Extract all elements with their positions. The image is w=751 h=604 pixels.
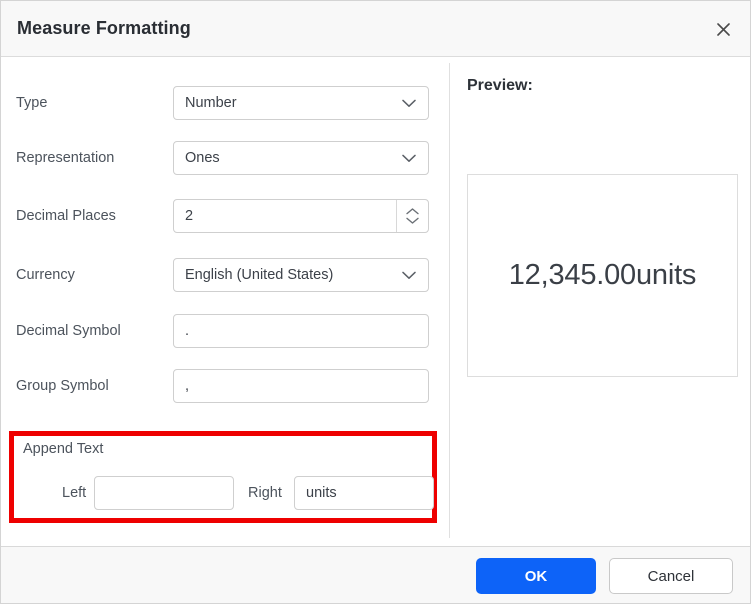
append-left-value xyxy=(106,477,225,509)
label-decimal-places: Decimal Places xyxy=(16,199,116,233)
form-row-currency: Currency English (United States) xyxy=(1,258,449,292)
label-append-right: Right xyxy=(248,476,282,510)
label-append-left: Left xyxy=(62,476,86,510)
measure-formatting-dialog: Measure Formatting Type Number xyxy=(0,0,751,604)
type-select[interactable]: Number xyxy=(173,86,429,120)
label-group-symbol: Group Symbol xyxy=(16,369,109,403)
form-row-representation: Representation Ones xyxy=(1,141,449,175)
chevron-down-icon[interactable] xyxy=(399,87,419,119)
label-type: Type xyxy=(16,86,47,120)
settings-pane: Type Number Representation Ones xyxy=(1,57,449,546)
decimal-symbol-input[interactable]: . xyxy=(173,314,429,348)
append-left-input[interactable] xyxy=(94,476,234,510)
preview-label: Preview: xyxy=(467,77,533,95)
representation-select-value: Ones xyxy=(185,142,390,174)
form-row-decimal-places: Decimal Places 2 xyxy=(1,199,449,233)
form-row-decimal-symbol: Decimal Symbol . xyxy=(1,314,449,348)
chevron-down-icon[interactable] xyxy=(399,142,419,174)
group-symbol-input[interactable]: , xyxy=(173,369,429,403)
cancel-button[interactable]: Cancel xyxy=(609,558,733,594)
dialog-footer: OK Cancel xyxy=(1,546,751,604)
append-text-row: Left Right units xyxy=(14,476,432,510)
preview-value: 12,345.00units xyxy=(509,259,696,292)
ok-button[interactable]: OK xyxy=(476,558,596,594)
form-row-group-symbol: Group Symbol , xyxy=(1,369,449,403)
append-right-input[interactable]: units xyxy=(294,476,434,510)
label-decimal-symbol: Decimal Symbol xyxy=(16,314,121,348)
label-representation: Representation xyxy=(16,141,114,175)
dialog-body: Type Number Representation Ones xyxy=(1,57,751,546)
append-text-title: Append Text xyxy=(23,441,103,457)
decimal-symbol-value: . xyxy=(185,315,418,347)
type-select-value: Number xyxy=(185,87,390,119)
preview-box: 12,345.00units xyxy=(467,174,738,377)
decimal-places-value: 2 xyxy=(185,200,390,232)
currency-select[interactable]: English (United States) xyxy=(173,258,429,292)
append-right-value: units xyxy=(306,477,425,509)
chevron-down-icon[interactable] xyxy=(399,259,419,291)
spinner-arrows-icon[interactable] xyxy=(396,200,428,232)
form-row-type: Type Number xyxy=(1,86,449,120)
representation-select[interactable]: Ones xyxy=(173,141,429,175)
currency-select-value: English (United States) xyxy=(185,259,390,291)
group-symbol-value: , xyxy=(185,370,418,402)
decimal-places-stepper[interactable]: 2 xyxy=(173,199,429,233)
label-currency: Currency xyxy=(16,258,75,292)
preview-pane: Preview: 12,345.00units xyxy=(450,57,751,546)
dialog-title: Measure Formatting xyxy=(17,18,191,39)
close-icon[interactable] xyxy=(710,16,736,42)
dialog-header: Measure Formatting xyxy=(1,1,751,57)
append-text-group: Append Text Left Right units xyxy=(9,431,437,523)
